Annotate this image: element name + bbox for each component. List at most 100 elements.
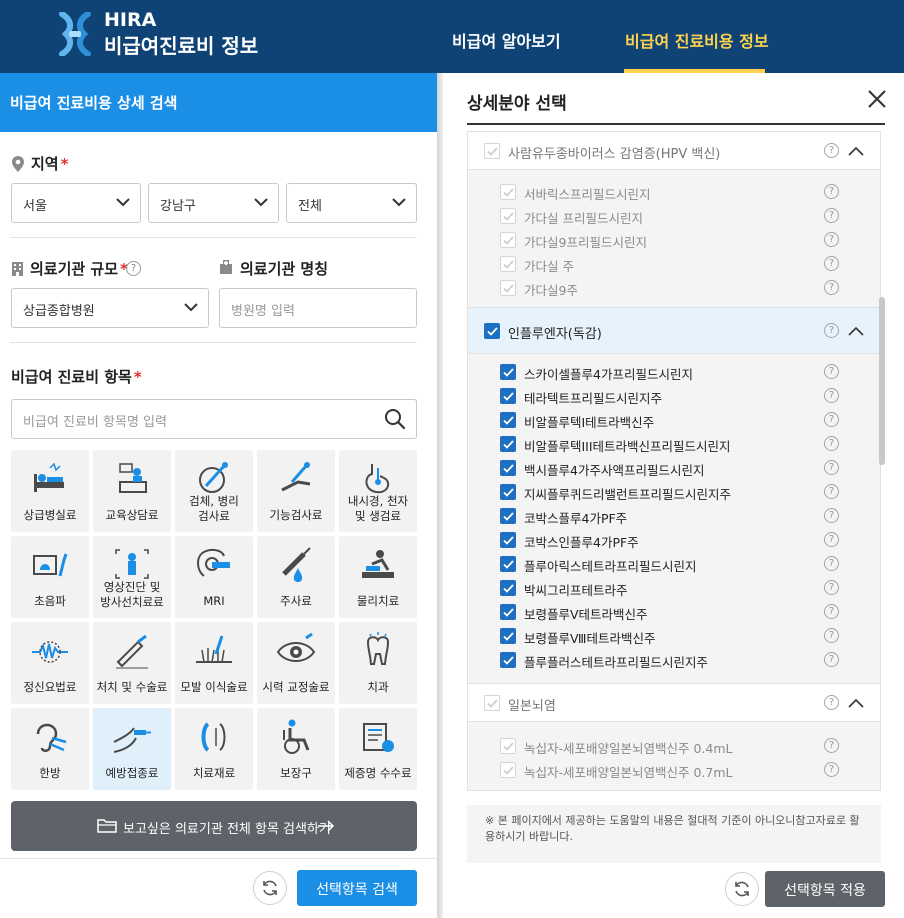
- reset-button[interactable]: [253, 871, 287, 905]
- help-icon[interactable]: ?: [824, 280, 839, 295]
- item-checkbox[interactable]: [500, 762, 516, 778]
- category-assistive-device[interactable]: 보장구: [257, 708, 335, 790]
- item-checkbox[interactable]: [500, 738, 516, 754]
- category-certificate[interactable]: 제증명 수수료: [339, 708, 417, 790]
- list-item[interactable]: 비알플루텍III테트라백신프리필드시린지?: [468, 432, 880, 456]
- category-dental[interactable]: 치과: [339, 622, 417, 704]
- item-checkbox[interactable]: [500, 184, 516, 200]
- list-item[interactable]: 스카이셀플루4가프리필드시린지?: [468, 360, 880, 384]
- list-item[interactable]: 녹십자-세포배양일본뇌염백신주 0.4mL ?: [468, 734, 880, 758]
- group-checkbox[interactable]: [484, 143, 500, 159]
- logo-hira-text[interactable]: HIRA: [104, 9, 156, 31]
- item-checkbox[interactable]: [500, 388, 516, 404]
- list-item[interactable]: 테라텍트프리필드시린지주?: [468, 384, 880, 408]
- help-icon[interactable]: ?: [824, 580, 839, 595]
- item-checkbox[interactable]: [500, 280, 516, 296]
- item-checkbox[interactable]: [500, 256, 516, 272]
- item-checkbox[interactable]: [500, 652, 516, 668]
- help-icon[interactable]: ?: [824, 323, 839, 338]
- item-checkbox[interactable]: [500, 556, 516, 572]
- category-surgery[interactable]: 처치 및 수술료: [93, 622, 171, 704]
- help-icon[interactable]: ?: [824, 532, 839, 547]
- category-medical-material[interactable]: 치료재료: [175, 708, 253, 790]
- help-icon[interactable]: ?: [824, 184, 839, 199]
- chevron-up-icon[interactable]: [848, 326, 864, 336]
- search-icon[interactable]: [384, 408, 406, 430]
- region-city-select[interactable]: 서울: [11, 183, 141, 223]
- list-item[interactable]: 박씨그리프테트라주?: [468, 576, 880, 600]
- reset-selection-button[interactable]: [725, 872, 759, 906]
- item-checkbox[interactable]: [500, 436, 516, 452]
- item-checkbox[interactable]: [500, 604, 516, 620]
- category-hospital-room[interactable]: 상급병실료: [11, 450, 89, 532]
- item-checkbox[interactable]: [500, 508, 516, 524]
- list-item[interactable]: 가다실 프리필드시린지 ?: [468, 204, 880, 228]
- nav-noncovered-cost[interactable]: 비급여 진료비용 정보: [625, 28, 769, 52]
- help-icon[interactable]: ?: [824, 695, 839, 710]
- scale-help-icon[interactable]: ?: [126, 261, 141, 276]
- help-icon[interactable]: ?: [824, 628, 839, 643]
- close-icon[interactable]: [867, 89, 887, 109]
- list-item[interactable]: 백시플루4가주사액프리필드시린지?: [468, 456, 880, 480]
- list-item[interactable]: 보령플루Ⅴ테트라백신주?: [468, 600, 880, 624]
- help-icon[interactable]: ?: [824, 232, 839, 247]
- help-icon[interactable]: ?: [824, 738, 839, 753]
- category-physical-therapy[interactable]: 물리치료: [339, 536, 417, 618]
- item-checkbox[interactable]: [500, 532, 516, 548]
- region-district-select[interactable]: 강남구: [148, 183, 279, 223]
- list-scrollbar[interactable]: [879, 297, 885, 465]
- category-injection[interactable]: 주사료: [257, 536, 335, 618]
- help-icon[interactable]: ?: [824, 388, 839, 403]
- detail-field-list[interactable]: 사람유두종바이러스 감염증(HPV 백신) ? 서바릭스프리필드시린지 ? 가다…: [467, 131, 881, 791]
- category-oriental-medicine[interactable]: 한방: [11, 708, 89, 790]
- help-icon[interactable]: ?: [824, 412, 839, 427]
- help-icon[interactable]: ?: [824, 604, 839, 619]
- help-icon[interactable]: ?: [824, 484, 839, 499]
- item-checkbox[interactable]: [500, 484, 516, 500]
- list-item[interactable]: 가다실9주 ?: [468, 276, 880, 300]
- help-icon[interactable]: ?: [824, 652, 839, 667]
- group-japanese-encephalitis[interactable]: 일본뇌염 ?: [468, 684, 880, 722]
- group-influenza[interactable]: 인플루엔자(독감) ?: [468, 308, 880, 354]
- list-item[interactable]: 녹십자-세포배양일본뇌염백신주 0.7mL ?: [468, 758, 880, 782]
- help-icon[interactable]: ?: [824, 208, 839, 223]
- help-icon[interactable]: ?: [824, 143, 839, 158]
- category-specimen[interactable]: 검체, 병리 검사료: [175, 450, 253, 532]
- help-icon[interactable]: ?: [824, 364, 839, 379]
- list-item[interactable]: 플루플러스테트라프리필드시린지주?: [468, 648, 880, 672]
- item-checkbox[interactable]: [500, 628, 516, 644]
- list-item[interactable]: 가다실 주 ?: [468, 252, 880, 276]
- chevron-up-icon[interactable]: [848, 146, 864, 156]
- category-vision-correction[interactable]: 시력 교정술료: [257, 622, 335, 704]
- group-hpv[interactable]: 사람유두종바이러스 감염증(HPV 백신) ?: [468, 132, 880, 170]
- list-item[interactable]: 코박스인플루4가PF주?: [468, 528, 880, 552]
- list-item[interactable]: 플루아릭스테트라프리필드시린지?: [468, 552, 880, 576]
- help-icon[interactable]: ?: [824, 556, 839, 571]
- hospital-name-input[interactable]: 병원명 입력: [219, 288, 417, 328]
- item-checkbox[interactable]: [500, 412, 516, 428]
- item-search-input[interactable]: 비급여 진료비 항목명 입력: [11, 399, 417, 439]
- list-item[interactable]: 코박스플루4가PF주?: [468, 504, 880, 528]
- group-checkbox[interactable]: [484, 323, 500, 339]
- category-psychotherapy[interactable]: 정신요법료: [11, 622, 89, 704]
- list-item[interactable]: 지씨플루퀴드리밸런트프리필드시린지주?: [468, 480, 880, 504]
- hira-logo-icon[interactable]: [58, 12, 92, 56]
- list-item[interactable]: 가다실9프리필드시린지 ?: [468, 228, 880, 252]
- category-education[interactable]: 교육상담료: [93, 450, 171, 532]
- help-icon[interactable]: ?: [824, 436, 839, 451]
- item-checkbox[interactable]: [500, 364, 516, 380]
- item-checkbox[interactable]: [500, 460, 516, 476]
- region-dong-select[interactable]: 전체: [286, 183, 417, 223]
- category-ultrasound[interactable]: 초음파: [11, 536, 89, 618]
- category-endoscope[interactable]: 내시경, 천자 및 생검료: [339, 450, 417, 532]
- selected-items-search-button[interactable]: 선택항목 검색: [297, 870, 417, 906]
- category-radiology[interactable]: 영상진단 및 방사선치료료: [93, 536, 171, 618]
- help-icon[interactable]: ?: [824, 256, 839, 271]
- item-checkbox[interactable]: [500, 580, 516, 596]
- apply-selection-button[interactable]: 선택항목 적용: [765, 871, 885, 907]
- logo-subtitle[interactable]: 비급여진료비 정보: [104, 30, 258, 59]
- help-icon[interactable]: ?: [824, 460, 839, 475]
- hospital-scale-select[interactable]: 상급종합병원: [11, 288, 209, 328]
- group-checkbox[interactable]: [484, 695, 500, 711]
- help-icon[interactable]: ?: [824, 508, 839, 523]
